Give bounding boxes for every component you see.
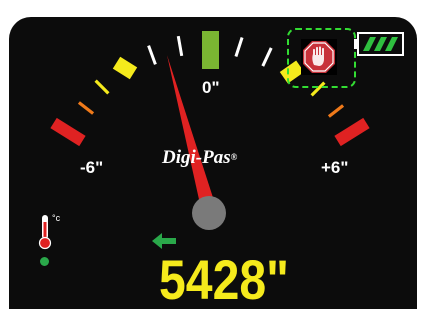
gauge-label-left: -6" [80,158,104,177]
temperature-unit: °c [52,213,61,223]
gauge-tick [147,45,157,65]
brand-logo-text: Digi-Pas [162,147,231,168]
gauge-tick [94,79,110,95]
stop-button[interactable] [301,39,337,75]
gauge-tick [327,104,345,118]
gauge-marker-red-right [334,117,370,147]
gauge-label-right: +6" [321,158,349,177]
thermometer-icon [38,215,52,250]
gauge-label-center: 0" [202,78,220,97]
measurement-readout: 5428" [159,248,289,309]
left-arrow-icon [152,233,176,249]
gauge-tick [176,35,184,57]
gauge-tick [77,101,95,115]
gauge-marker-red-left [50,117,86,147]
gauge-zero-marker [202,31,219,69]
stop-hand-icon [303,41,335,73]
brand-logo: Digi-Pas® [162,148,237,168]
registered-mark: ® [230,152,238,162]
gauge-marker-yellow-left [112,56,138,80]
gauge-tick [234,37,244,57]
temperature-status-dot [40,257,49,266]
battery-icon [354,32,404,56]
level-display-screen: -6" 0" +6" Digi-Pas® °c 5428" [9,17,417,309]
gauge-tick [261,47,273,67]
gauge-needle-hub [192,196,226,230]
